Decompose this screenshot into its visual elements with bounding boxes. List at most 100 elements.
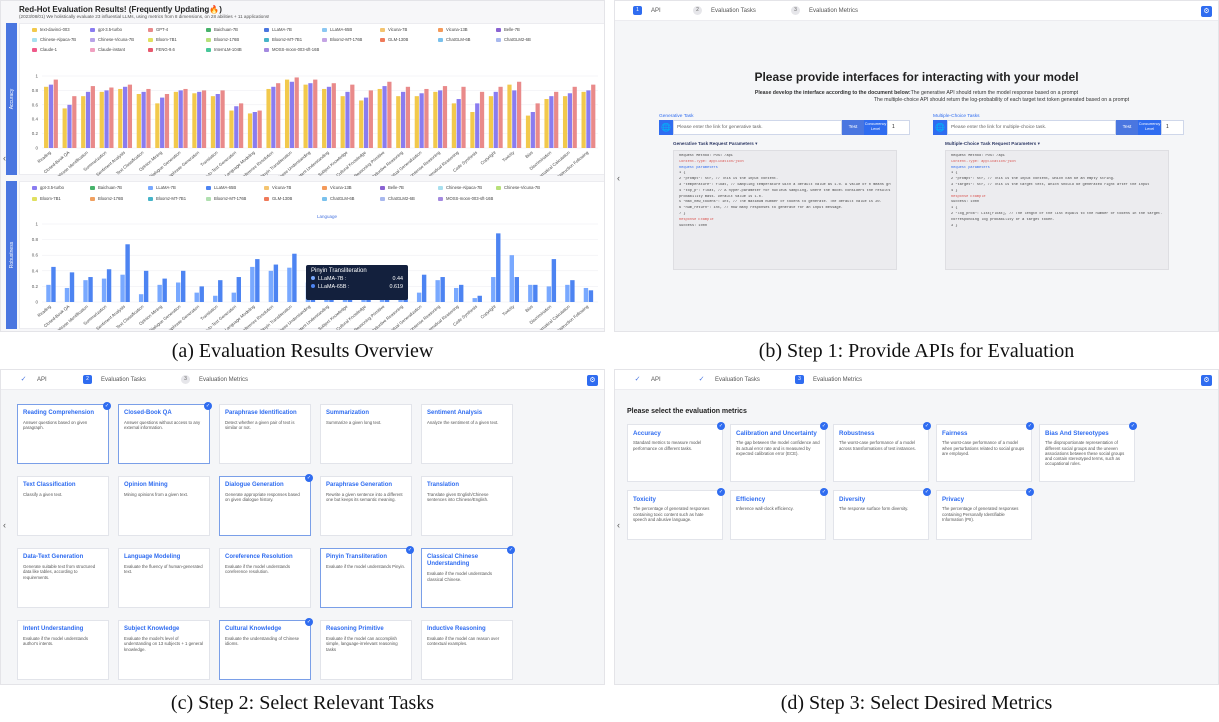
y-tick-label: 0 bbox=[35, 146, 38, 151]
multiple-choice-params-toggle[interactable]: Multiple-Choice Task Request Parameters … bbox=[945, 141, 1040, 147]
step-evaluation-metrics[interactable]: 3 Evaluation Metrics bbox=[181, 375, 248, 384]
task-card[interactable]: Cultural Knowledge Evaluate the understan… bbox=[219, 618, 313, 680]
metric-card[interactable]: Calibration and Uncertainty The gap betwe… bbox=[730, 422, 828, 482]
metric-card[interactable]: Fairness The worst-case performance of a … bbox=[936, 422, 1034, 482]
multiple-choice-concurrency-input[interactable]: 1 bbox=[1161, 120, 1184, 135]
task-card[interactable]: Pinyin Transliteration Evaluate if the mo… bbox=[320, 546, 414, 608]
task-card[interactable]: Paraphrase Identification Detect whether … bbox=[219, 404, 311, 464]
settings-icon[interactable]: ⚙ bbox=[1201, 375, 1212, 386]
task-description: Evaluate if the model understands Pinyin… bbox=[326, 564, 406, 570]
prev-arrow-icon[interactable]: ‹ bbox=[617, 520, 620, 530]
bar bbox=[496, 233, 501, 302]
metric-card[interactable]: Accuracy Standard metrics to measure mode… bbox=[627, 422, 725, 482]
globe-icon: 🌐 bbox=[659, 120, 673, 135]
bar bbox=[303, 84, 308, 148]
metric-card[interactable]: Robustness The worst-case performance of … bbox=[833, 422, 931, 482]
task-description: Mining opinions from a given text. bbox=[124, 492, 189, 498]
task-card[interactable]: Reasoning Primitive Evaluate if the model… bbox=[320, 620, 412, 680]
bar bbox=[340, 96, 345, 148]
bar bbox=[53, 79, 58, 148]
step-evaluation-metrics[interactable]: 3 Evaluation Metrics bbox=[791, 6, 858, 15]
metric-card[interactable]: Toxicity The percentage of generated resp… bbox=[627, 488, 725, 540]
task-card[interactable]: Language Modeling Evaluate the fluency of… bbox=[118, 548, 210, 608]
generative-task-label: Generative Task bbox=[659, 114, 694, 119]
settings-icon[interactable]: ⚙ bbox=[587, 375, 598, 386]
x-tick-label: Instruction Following bbox=[556, 304, 590, 330]
task-card[interactable]: Classical Chinese Understanding Evaluate … bbox=[421, 546, 515, 608]
task-card[interactable]: Dialogue Generation Generate appropriate … bbox=[219, 474, 313, 536]
bar bbox=[284, 79, 290, 148]
generative-params-toggle[interactable]: Generative Task Request Parameters ▾ bbox=[673, 141, 757, 147]
prev-arrow-icon[interactable]: ‹ bbox=[617, 173, 620, 183]
task-card[interactable]: Translation Translate given English/Chine… bbox=[421, 476, 513, 536]
step-api[interactable]: ✓ API bbox=[633, 375, 661, 384]
description-line: The generative API should return the mod… bbox=[910, 90, 1079, 96]
prev-arrow-icon[interactable]: ‹ bbox=[3, 520, 6, 530]
settings-icon[interactable]: ⚙ bbox=[1201, 6, 1212, 17]
task-card[interactable]: Subject Knowledge Evaluate the model's le… bbox=[118, 620, 210, 680]
bar bbox=[405, 86, 411, 148]
task-description: Evaluate if the model can accomplish sim… bbox=[326, 636, 398, 652]
bar bbox=[424, 88, 429, 148]
step-api[interactable]: 1 API bbox=[633, 6, 661, 15]
bar bbox=[535, 103, 540, 148]
metric-description: The percentage of generated responses co… bbox=[633, 506, 710, 522]
bar bbox=[512, 90, 517, 148]
bar bbox=[46, 284, 51, 302]
check-icon: ✓ bbox=[507, 546, 515, 554]
task-card[interactable]: Data-Text Generation Generate suitable te… bbox=[17, 548, 109, 608]
task-card[interactable]: Closed-Book QA Answer questions without a… bbox=[118, 402, 212, 464]
x-tick-label: Reading bbox=[36, 304, 52, 319]
bar bbox=[400, 91, 406, 148]
bar bbox=[122, 86, 128, 148]
x-tick-label: Instruction Following bbox=[556, 150, 590, 176]
multiple-choice-test-button[interactable]: Test bbox=[1116, 120, 1138, 135]
step-evaluation-tasks[interactable]: 2 Evaluation Tasks bbox=[83, 375, 146, 384]
metric-card[interactable]: Privacy The percentage of generated respo… bbox=[936, 488, 1034, 540]
task-card[interactable]: Coreference Resolution Evaluate if the mo… bbox=[219, 548, 311, 608]
bar bbox=[517, 81, 522, 148]
bar bbox=[570, 280, 575, 302]
generative-params-doc: Request Method: POST /api Content-Type: a… bbox=[673, 150, 897, 270]
step-evaluation-tasks[interactable]: 2 Evaluation Tasks bbox=[693, 6, 756, 15]
metric-card[interactable]: Diversity The response surface form diver… bbox=[833, 488, 931, 540]
bar bbox=[104, 90, 109, 148]
bar bbox=[377, 88, 382, 148]
task-description: Generate suitable text from structured d… bbox=[23, 564, 96, 580]
task-card[interactable]: Inductive Reasoning Evaluate if the model… bbox=[421, 620, 513, 680]
task-title: Summarization bbox=[326, 410, 370, 416]
task-description: Evaluate if the model understands classi… bbox=[427, 571, 492, 582]
y-tick-label: 0.8 bbox=[32, 88, 39, 93]
step-label: API bbox=[651, 376, 661, 383]
check-icon: ✓ bbox=[820, 422, 828, 430]
check-icon: ✓ bbox=[305, 474, 313, 482]
step-evaluation-tasks[interactable]: ✓ Evaluation Tasks bbox=[697, 375, 760, 384]
step-api[interactable]: ✓ API bbox=[19, 375, 47, 384]
multiple-choice-link-input[interactable]: Please enter the link for multiple-choic… bbox=[947, 120, 1116, 135]
step-evaluation-metrics[interactable]: 3 Evaluation Metrics bbox=[795, 375, 862, 384]
task-card[interactable]: Text Classification Classify a given text… bbox=[17, 476, 109, 536]
task-card[interactable]: Intent Understanding Evaluate if the mode… bbox=[17, 620, 109, 680]
metric-card[interactable]: Bias And Stereotypes The disproportionate… bbox=[1039, 422, 1137, 482]
task-title: Data-Text Generation bbox=[23, 554, 84, 560]
tooltip-title: Pinyin Transliteration bbox=[311, 268, 367, 274]
task-card[interactable]: Summarization Summarize a given long text… bbox=[320, 404, 412, 464]
task-card[interactable]: Sentiment Analysis Analyze the sentiment … bbox=[421, 404, 513, 464]
bar bbox=[90, 86, 95, 148]
task-description: Evaluate the model's level of understand… bbox=[124, 636, 203, 652]
metric-title: Efficiency bbox=[736, 496, 766, 503]
task-card[interactable]: Reading Comprehension Answer questions ba… bbox=[17, 402, 111, 464]
generative-concurrency-input[interactable]: 1 bbox=[887, 120, 910, 135]
y-tick-label: 1 bbox=[35, 74, 38, 79]
generative-test-button[interactable]: Test bbox=[842, 120, 864, 135]
task-card[interactable]: Opinion Mining Mining opinions from a giv… bbox=[118, 476, 210, 536]
task-description: Answer questions based on given paragrap… bbox=[23, 420, 88, 431]
task-card[interactable]: Paraphrase Generation Rewrite a given sen… bbox=[320, 476, 412, 536]
metric-description: The percentage of generated responses co… bbox=[942, 506, 1019, 522]
api-page-title: Please provide interfaces for interactin… bbox=[754, 70, 1079, 84]
check-icon: ✓ bbox=[204, 402, 212, 410]
metric-card[interactable]: Efficiency Inference wall-clock efficienc… bbox=[730, 488, 828, 540]
bar bbox=[544, 99, 549, 148]
generative-link-input[interactable]: Please enter the link for generative tas… bbox=[673, 120, 842, 135]
task-description: Translate given English/Chinese sentence… bbox=[427, 492, 489, 503]
